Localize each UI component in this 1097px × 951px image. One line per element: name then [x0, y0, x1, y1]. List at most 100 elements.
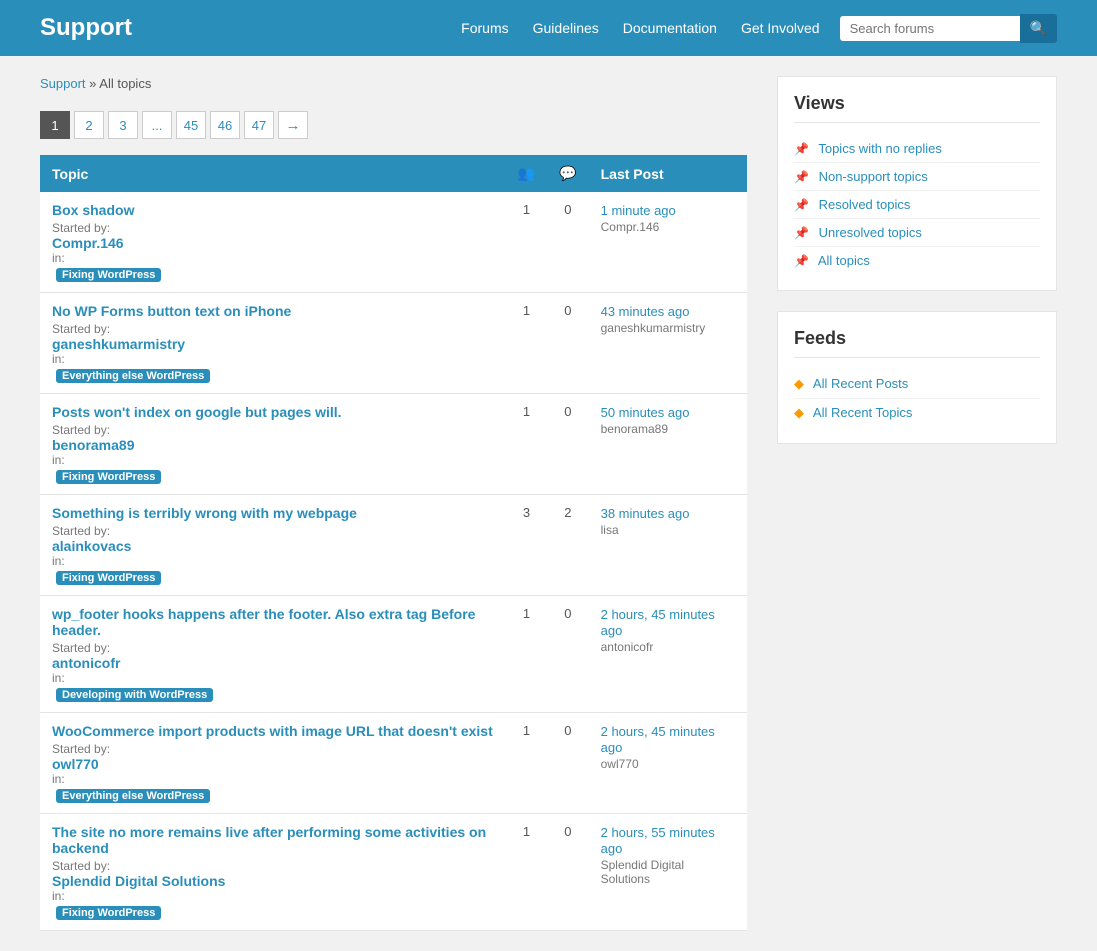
- last-post-cell: 50 minutes ago benorama89: [589, 394, 747, 495]
- topic-link[interactable]: Something is terribly wrong with my webp…: [52, 505, 494, 521]
- breadcrumb-support[interactable]: Support: [40, 76, 86, 91]
- pin-icon-2: 📌: [794, 170, 809, 184]
- last-post-user: antonicofr: [601, 640, 735, 654]
- main-layout: Support » All topics 1 2 3 ... 45 46 47 …: [0, 56, 1097, 951]
- page-ellipsis: ...: [142, 111, 172, 139]
- last-post-time[interactable]: 1 minute ago: [601, 203, 676, 218]
- last-post-time[interactable]: 38 minutes ago: [601, 506, 690, 521]
- nav-documentation[interactable]: Documentation: [623, 20, 717, 36]
- search-button[interactable]: 🔍: [1020, 14, 1057, 43]
- list-item: ◆ All Recent Topics: [794, 399, 1040, 427]
- last-post-cell: 2 hours, 45 minutes ago owl770: [589, 713, 747, 814]
- topic-author[interactable]: Splendid Digital Solutions: [52, 873, 494, 889]
- last-post-time[interactable]: 2 hours, 55 minutes ago: [601, 825, 715, 856]
- main-nav: Forums Guidelines Documentation Get Invo…: [461, 20, 819, 36]
- feeds-list: ◆ All Recent Posts ◆ All Recent Topics: [794, 370, 1040, 427]
- last-post-cell: 1 minute ago Compr.146: [589, 192, 747, 293]
- views-all-topics[interactable]: All topics: [818, 253, 870, 268]
- table-row: wp_footer hooks happens after the footer…: [40, 596, 747, 713]
- topic-forum[interactable]: Fixing WordPress: [52, 903, 494, 920]
- voices-cell: 3: [506, 495, 547, 596]
- replies-cell: 0: [547, 394, 588, 495]
- list-item: 📌 All topics: [794, 247, 1040, 274]
- topic-link[interactable]: WooCommerce import products with image U…: [52, 723, 494, 739]
- topic-author[interactable]: owl770: [52, 756, 494, 772]
- replies-cell: 0: [547, 293, 588, 394]
- nav-get-involved[interactable]: Get Involved: [741, 20, 820, 36]
- voices-cell: 1: [506, 713, 547, 814]
- topic-cell: The site no more remains live after perf…: [40, 814, 506, 931]
- feeds-heading: Feeds: [794, 328, 1040, 358]
- feeds-recent-posts[interactable]: All Recent Posts: [813, 376, 908, 391]
- topic-author[interactable]: Compr.146: [52, 235, 494, 251]
- last-post-time[interactable]: 50 minutes ago: [601, 405, 690, 420]
- topic-forum[interactable]: Fixing WordPress: [52, 467, 494, 484]
- last-post-time[interactable]: 2 hours, 45 minutes ago: [601, 724, 715, 755]
- voices-cell: 1: [506, 596, 547, 713]
- replies-cell: 0: [547, 713, 588, 814]
- search-input[interactable]: [840, 16, 1020, 41]
- page-3[interactable]: 3: [108, 111, 138, 139]
- pin-icon-3: 📌: [794, 198, 809, 212]
- list-item: 📌 Non-support topics: [794, 163, 1040, 191]
- breadcrumb-current: All topics: [99, 76, 151, 91]
- topic-cell: Box shadow Started by: Compr.146 in: Fix…: [40, 192, 506, 293]
- list-item: 📌 Resolved topics: [794, 191, 1040, 219]
- topic-meta: Started by: owl770 in: Everything else W…: [52, 742, 494, 803]
- topic-forum[interactable]: Everything else WordPress: [52, 366, 494, 383]
- topic-forum[interactable]: Developing with WordPress: [52, 685, 494, 702]
- topic-link[interactable]: Box shadow: [52, 202, 494, 218]
- views-no-replies[interactable]: Topics with no replies: [818, 141, 942, 156]
- header: Support Forums Guidelines Documentation …: [0, 0, 1097, 56]
- topic-forum[interactable]: Fixing WordPress: [52, 568, 494, 585]
- col-last-post: Last Post: [589, 155, 747, 192]
- last-post-user: lisa: [601, 523, 735, 537]
- table-row: No WP Forms button text on iPhone Starte…: [40, 293, 747, 394]
- pin-icon-4: 📌: [794, 226, 809, 240]
- last-post-time[interactable]: 43 minutes ago: [601, 304, 690, 319]
- topic-meta: Started by: ganeshkumarmistry in: Everyt…: [52, 322, 494, 383]
- topic-forum[interactable]: Fixing WordPress: [52, 265, 494, 282]
- topic-link[interactable]: The site no more remains live after perf…: [52, 824, 494, 856]
- views-unresolved[interactable]: Unresolved topics: [819, 225, 922, 240]
- page-1[interactable]: 1: [40, 111, 70, 139]
- topic-meta: Started by: Splendid Digital Solutions i…: [52, 859, 494, 920]
- page-46[interactable]: 46: [210, 111, 240, 139]
- topic-author[interactable]: antonicofr: [52, 655, 494, 671]
- voices-cell: 1: [506, 192, 547, 293]
- replies-cell: 0: [547, 596, 588, 713]
- views-section: Views 📌 Topics with no replies 📌 Non-sup…: [777, 76, 1057, 291]
- views-resolved[interactable]: Resolved topics: [819, 197, 911, 212]
- topic-author[interactable]: ganeshkumarmistry: [52, 336, 494, 352]
- nav-guidelines[interactable]: Guidelines: [533, 20, 599, 36]
- search-wrap: 🔍: [840, 14, 1057, 43]
- last-post-cell: 38 minutes ago lisa: [589, 495, 747, 596]
- breadcrumb: Support » All topics: [40, 76, 747, 91]
- last-post-user: Splendid Digital Solutions: [601, 858, 735, 886]
- voices-cell: 1: [506, 293, 547, 394]
- col-topic: Topic: [40, 155, 506, 192]
- last-post-cell: 43 minutes ago ganeshkumarmistry: [589, 293, 747, 394]
- last-post-cell: 2 hours, 45 minutes ago antonicofr: [589, 596, 747, 713]
- list-item: ◆ All Recent Posts: [794, 370, 1040, 399]
- topic-cell: No WP Forms button text on iPhone Starte…: [40, 293, 506, 394]
- page-2[interactable]: 2: [74, 111, 104, 139]
- last-post-time[interactable]: 2 hours, 45 minutes ago: [601, 607, 715, 638]
- topic-link[interactable]: wp_footer hooks happens after the footer…: [52, 606, 494, 638]
- topic-cell: Something is terribly wrong with my webp…: [40, 495, 506, 596]
- feeds-recent-topics[interactable]: All Recent Topics: [813, 405, 912, 420]
- page-45[interactable]: 45: [176, 111, 206, 139]
- nav-forums[interactable]: Forums: [461, 20, 508, 36]
- topic-forum[interactable]: Everything else WordPress: [52, 786, 494, 803]
- topic-cell: WooCommerce import products with image U…: [40, 713, 506, 814]
- page-next[interactable]: →: [278, 111, 308, 139]
- views-non-support[interactable]: Non-support topics: [819, 169, 928, 184]
- topic-link[interactable]: Posts won't index on google but pages wi…: [52, 404, 494, 420]
- topic-link[interactable]: No WP Forms button text on iPhone: [52, 303, 494, 319]
- replies-cell: 0: [547, 814, 588, 931]
- topic-author[interactable]: benorama89: [52, 437, 494, 453]
- page-47[interactable]: 47: [244, 111, 274, 139]
- feeds-section: Feeds ◆ All Recent Posts ◆ All Recent To…: [777, 311, 1057, 444]
- topic-author[interactable]: alainkovacs: [52, 538, 494, 554]
- last-post-user: owl770: [601, 757, 735, 771]
